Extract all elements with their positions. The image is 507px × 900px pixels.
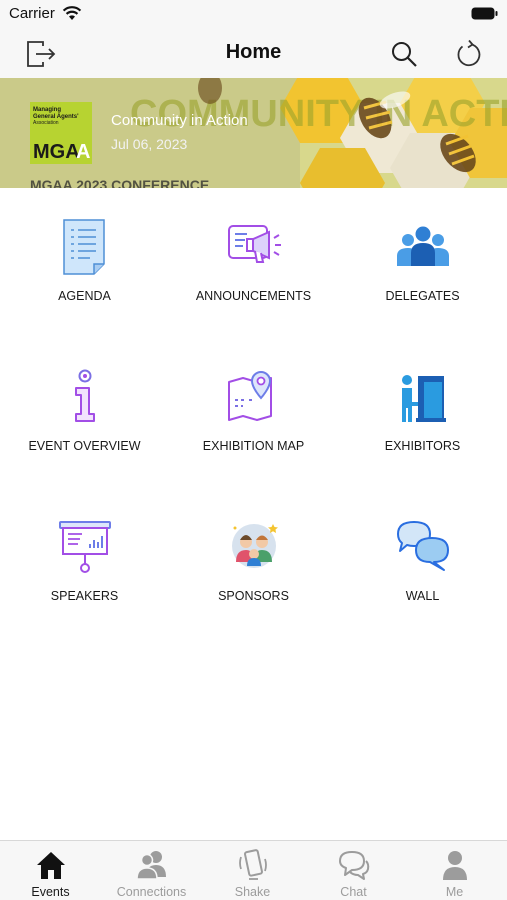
sponsors-icon: [232, 524, 278, 568]
svg-text:MGA: MGA: [33, 141, 80, 163]
menu-label: SPEAKERS: [50, 589, 119, 603]
tab-events[interactable]: Events: [0, 841, 101, 900]
tab-label: Connections: [116, 885, 187, 899]
people-icon: [136, 851, 166, 880]
menu-item-sponsors[interactable]: SPONSORS: [169, 488, 338, 628]
tab-me[interactable]: Me: [404, 841, 505, 900]
home-icon: [37, 852, 65, 879]
menu-label: EXHIBITORS: [384, 439, 461, 453]
carrier-label: Carrier: [9, 5, 55, 22]
svg-text:Managing: Managing: [33, 107, 61, 113]
tab-connections[interactable]: Connections: [101, 841, 202, 900]
menu-item-exhibitors[interactable]: EXHIBITORS: [338, 338, 507, 478]
menu-item-speakers[interactable]: SPEAKERS: [0, 488, 169, 628]
presentation-icon: [59, 521, 111, 573]
chat-bubbles-icon: [397, 521, 449, 571]
info-icon: [75, 369, 95, 422]
search-button[interactable]: [386, 36, 422, 72]
person-icon: [443, 851, 467, 880]
menu-item-agenda[interactable]: AGENDA: [0, 188, 169, 328]
menu-label: ANNOUNCEMENTS: [195, 289, 312, 303]
tab-shake[interactable]: Shake: [202, 841, 303, 900]
tab-bar: Events Connections Shake Chat Me: [0, 840, 507, 900]
agenda-icon: [63, 219, 105, 275]
menu-label: SPONSORS: [218, 589, 289, 603]
menu-label: AGENDA: [58, 289, 111, 303]
menu-item-exhibition-map[interactable]: EXHIBITION MAP: [169, 338, 338, 478]
wifi-icon: [62, 6, 82, 20]
chat-icon: [339, 851, 370, 880]
menu-item-event-overview[interactable]: EVENT OVERVIEW: [0, 338, 169, 478]
svg-text:MGAA 2023 CONFERENCE: MGAA 2023 CONFERENCE: [30, 177, 209, 188]
map-pin-icon: [228, 370, 272, 421]
tab-label: Events: [31, 885, 70, 899]
event-title: Community in Action: [111, 112, 248, 129]
menu-label: EVENT OVERVIEW: [28, 439, 141, 453]
event-banner[interactable]: COMMUNITY IN ACTION MGAA 2023 CONFERENCE…: [0, 78, 507, 188]
battery-icon: [471, 7, 498, 20]
tab-label: Me: [445, 885, 464, 899]
refresh-icon: [457, 39, 481, 67]
refresh-button[interactable]: [451, 36, 487, 72]
menu-label: WALL: [405, 589, 440, 603]
menu-item-announcements[interactable]: ANNOUNCEMENTS: [169, 188, 338, 328]
navigation-bar: Home: [0, 30, 507, 78]
mgaa-logo: Managing General Agents' Association MGA…: [30, 102, 92, 164]
shake-phone-icon: [239, 849, 267, 880]
exhibitors-icon: [402, 375, 446, 422]
tab-label: Shake: [234, 885, 271, 899]
event-date: Jul 06, 2023: [111, 136, 188, 152]
announcements-icon: [228, 225, 281, 263]
menu-label: DELEGATES: [385, 289, 460, 303]
tab-label: Chat: [340, 885, 367, 899]
menu-label: EXHIBITION MAP: [202, 439, 305, 453]
tab-chat[interactable]: Chat: [303, 841, 404, 900]
svg-text:Association: Association: [33, 120, 59, 126]
svg-text:A: A: [76, 141, 90, 163]
menu-item-wall[interactable]: WALL: [338, 488, 507, 628]
search-icon: [392, 42, 417, 67]
page-title: Home: [225, 41, 282, 63]
status-bar: Carrier: [0, 0, 507, 30]
menu-item-delegates[interactable]: DELEGATES: [338, 188, 507, 328]
delegates-icon: [397, 226, 449, 266]
